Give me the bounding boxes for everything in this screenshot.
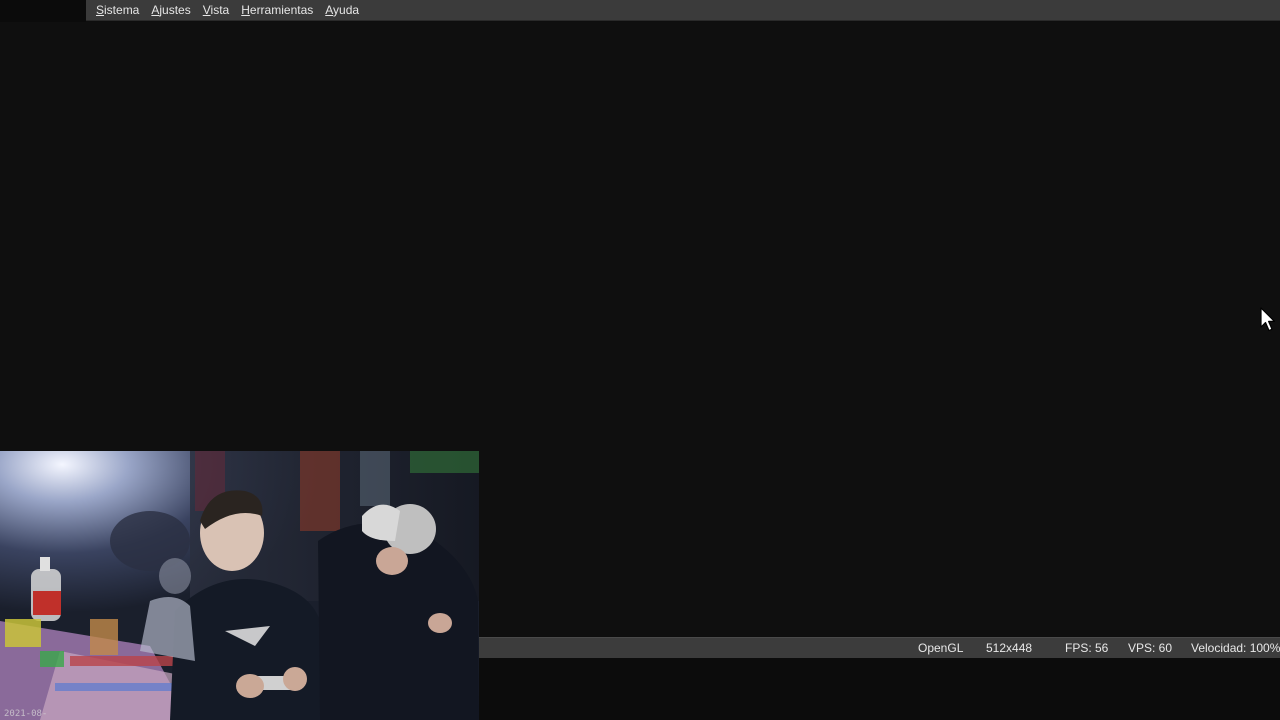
menu-vista-mnemonic: V bbox=[202, 2, 211, 17]
menu-sistema-label: istema bbox=[104, 2, 140, 17]
menu-herramientas-mnemonic: H bbox=[241, 2, 250, 17]
menu-ajustes-label: justes bbox=[159, 2, 191, 17]
menu-ajustes[interactable]: Ajustes bbox=[145, 0, 196, 21]
menu-sistema-mnemonic: S bbox=[96, 2, 105, 17]
menu-sistema[interactable]: Sistema bbox=[90, 0, 145, 21]
webcam-image bbox=[0, 451, 479, 720]
webcam-overlay: 2021-08- bbox=[0, 451, 479, 720]
webcam-timestamp: 2021-08- bbox=[4, 709, 48, 719]
menu-herramientas-label: erramientas bbox=[249, 2, 314, 17]
menu-vista[interactable]: Vista bbox=[197, 0, 235, 21]
menu-bar: Sistema Ajustes Vista Herramientas Ayuda bbox=[86, 0, 1280, 21]
status-renderer: OpenGL bbox=[918, 641, 964, 655]
status-vps: VPS: 60 bbox=[1128, 641, 1173, 655]
menu-herramientas[interactable]: Herramientas bbox=[235, 0, 319, 21]
menu-ayuda-label: yuda bbox=[333, 2, 360, 17]
emulator-window: Sistema Ajustes Vista Herramientas Ayuda… bbox=[0, 0, 1280, 720]
mouse-pointer-icon bbox=[1260, 307, 1276, 333]
menu-vista-label: ista bbox=[210, 2, 230, 17]
status-resolution: 512x448 bbox=[986, 641, 1033, 655]
status-fps: FPS: 56 bbox=[1065, 641, 1109, 655]
menu-ayuda-mnemonic: A bbox=[325, 2, 334, 17]
menu-ayuda[interactable]: Ayuda bbox=[319, 0, 365, 21]
window-left-edge bbox=[0, 0, 86, 22]
status-speed: Velocidad: 100% bbox=[1191, 641, 1280, 655]
